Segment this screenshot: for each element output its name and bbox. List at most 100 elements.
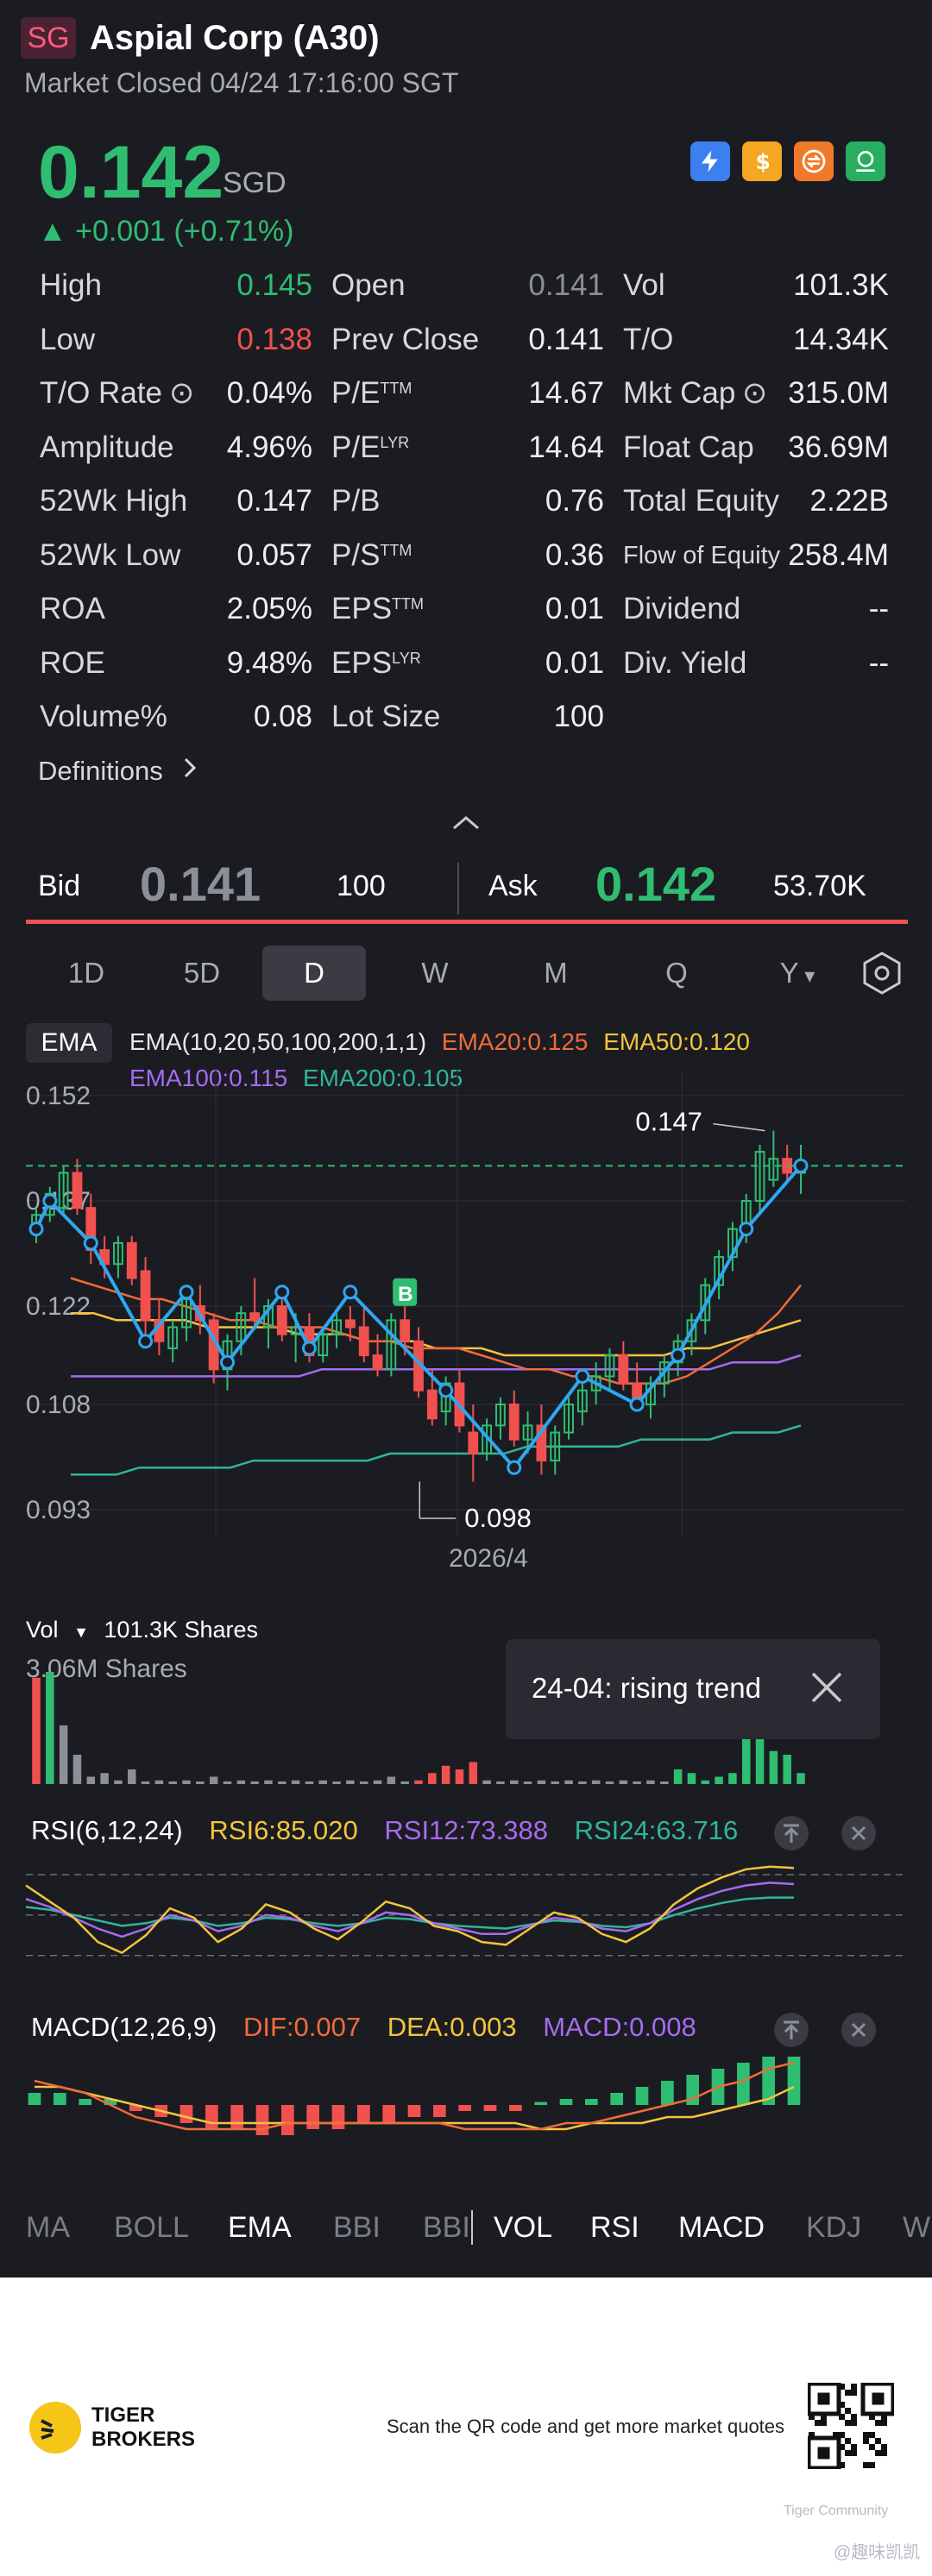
price-change: ▲ +0.001 (+0.71%) [38, 215, 294, 248]
tab-y[interactable]: Y ▾ [746, 946, 849, 1001]
volume-bar [114, 1780, 123, 1784]
currency: SGD [223, 166, 287, 199]
macd-bar [281, 2105, 294, 2135]
tab-label: Q [665, 957, 688, 989]
stat-value: 0.01 [545, 645, 604, 680]
dea-value: DEA:0.003 [387, 2012, 517, 2042]
y-tick-label: 0.093 [26, 1496, 91, 1524]
indicator-tab-macd[interactable]: MACD [678, 2202, 765, 2253]
stat-label: 52Wk High [40, 484, 188, 518]
high-annotation: 0.147 [635, 1107, 702, 1137]
macd-bar [179, 2105, 193, 2123]
dollar-icon[interactable]: $ [742, 141, 782, 181]
stat-value: 258.4M [788, 537, 889, 572]
swap-icon[interactable] [794, 141, 834, 181]
dif-value: DIF:0.007 [242, 2012, 362, 2042]
stat-label: Low [40, 322, 96, 356]
stat-label: EPSLYR [331, 637, 421, 690]
settings-gear-icon[interactable] [860, 951, 904, 1000]
exchange-icon[interactable] [846, 141, 885, 181]
ema-params: EMA(10,20,50,100,200,1,1) [129, 1028, 427, 1055]
stat-label: T/O Rate [40, 376, 162, 410]
close-icon[interactable] [809, 1670, 844, 1709]
indicator-tab-bbi[interactable]: BBI [423, 2202, 470, 2253]
collapse-chevron-icon[interactable] [450, 814, 482, 836]
qr-module [845, 2390, 851, 2396]
stat-label: Flow of Equity [623, 541, 781, 569]
tab-5d[interactable]: 5D [150, 946, 254, 1001]
definitions-link[interactable]: Definitions [38, 752, 198, 790]
info-icon[interactable]: ⊙ [169, 367, 194, 420]
indicator-tab-w[interactable]: W [903, 2202, 930, 2253]
stat-label: Total Equity [623, 484, 779, 518]
qr-module [881, 2450, 887, 2456]
indicator-selector[interactable]: EMA [26, 1023, 112, 1063]
stat-value: 2.05% [226, 592, 312, 625]
bid-size: 100 [337, 870, 386, 902]
zigzag-node [507, 1460, 522, 1475]
qr-module [851, 2390, 857, 2396]
indicator-tab-ema[interactable]: EMA [228, 2202, 292, 2253]
svg-text:$: $ [756, 149, 771, 174]
stats-row: Amplitude 4.96% P/ELYR 14.64 Float Cap 36.69M [0, 421, 932, 474]
indicator-tab-vol[interactable]: VOL [494, 2202, 552, 2253]
qr-module [863, 2432, 869, 2438]
volume-bar [32, 1677, 41, 1784]
volume-bar [387, 1776, 396, 1784]
volume-bar [578, 1781, 587, 1784]
indicator-tab-boll[interactable]: BOLL [114, 2202, 189, 2253]
rsi-legend: RSI(6,12,24) RSI6:85.020 RSI12:73.388 RS… [31, 1815, 738, 1846]
volume-bar [701, 1780, 709, 1784]
stat-value: -- [868, 645, 889, 680]
zigzag-node [739, 1222, 754, 1237]
stat-value: 0.04% [226, 376, 312, 410]
stats-row: Low 0.138 Prev Close 0.141 T/O 14.34K [0, 313, 932, 367]
volume-bar [236, 1780, 246, 1784]
trend-zigzag [35, 1165, 803, 1471]
tab-d[interactable]: D [262, 946, 366, 1001]
volume-bar [373, 1780, 382, 1784]
volume-bar [469, 1762, 478, 1784]
brand-line1: TIGER [91, 2403, 155, 2427]
chevron-right-icon [182, 756, 198, 786]
price-chart[interactable]: 0.1520.1370.1220.1080.0930.1470.098B [0, 1070, 932, 1587]
qr-module [845, 2408, 851, 2414]
tab-q[interactable]: Q [625, 946, 728, 1001]
macd-bar [509, 2105, 522, 2111]
lightning-icon[interactable] [690, 141, 730, 181]
bid-price: 0.141 [140, 857, 261, 911]
indicator-tab-rsi[interactable]: RSI [590, 2202, 639, 2253]
volume-bar [605, 1781, 614, 1784]
y-tick-label: 0.122 [26, 1292, 91, 1321]
volume-bar [741, 1736, 751, 1784]
stat-label-sup: TTM [392, 595, 425, 613]
indicator-tab-kdj[interactable]: KDJ [806, 2202, 861, 2253]
trend-tooltip: 24-04: rising trend [506, 1639, 880, 1739]
volume-bar [182, 1780, 191, 1784]
volume-bar [100, 1773, 109, 1784]
qr-module [863, 2438, 869, 2444]
stat-label-sup: TTM [380, 541, 412, 559]
indicator-tab-ma[interactable]: MA [26, 2202, 70, 2253]
macd-title: MACD(12,26,9) [31, 2012, 217, 2042]
rsi-chart[interactable] [0, 1848, 932, 1977]
zigzag-node [438, 1383, 454, 1398]
tab-1d[interactable]: 1D [35, 946, 138, 1001]
macd-chart[interactable] [0, 2046, 932, 2176]
info-icon[interactable]: ⊙ [742, 367, 767, 420]
qr-module [869, 2462, 875, 2468]
volume-bar [551, 1781, 559, 1784]
candle-body [618, 1354, 629, 1385]
tab-label: M [544, 957, 568, 989]
volume-bar [715, 1776, 723, 1784]
stat-value: 0.138 [236, 322, 312, 356]
stat-label: Prev Close [331, 313, 479, 367]
indicator-tab-bbi[interactable]: BBI [333, 2202, 381, 2253]
ema200-line [71, 1424, 802, 1476]
ema50-value: EMA50:0.120 [603, 1028, 750, 1055]
tab-m[interactable]: M [504, 946, 608, 1001]
volume-bar [564, 1780, 573, 1784]
tab-w[interactable]: W [383, 946, 487, 1001]
bid-ask-bar: Bid 0.141 100 Ask 0.142 53.70K [0, 854, 932, 949]
stat-label: P/ETTM [331, 367, 412, 420]
